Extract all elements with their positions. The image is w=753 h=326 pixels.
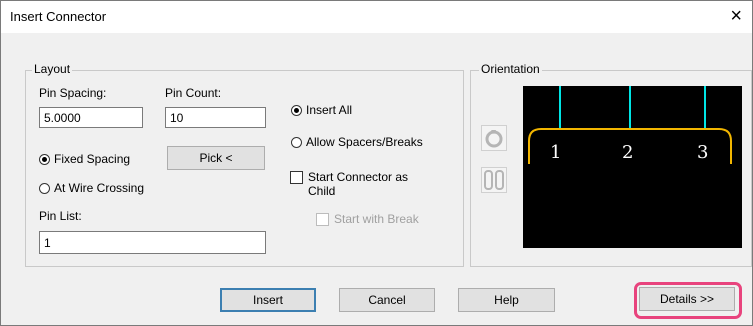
start-as-child-line2: Child: [308, 184, 336, 198]
rotate-icon: [485, 130, 503, 148]
fixed-spacing-label: Fixed Spacing: [54, 152, 131, 166]
flip-icon: [484, 170, 504, 190]
start-as-child-label: Start Connector as Child: [308, 170, 408, 198]
help-button[interactable]: Help: [458, 288, 555, 312]
fixed-spacing-radio[interactable]: Fixed Spacing: [39, 152, 130, 166]
close-icon[interactable]: ×: [730, 4, 742, 28]
start-with-break-checkbox[interactable]: Start with Break: [316, 212, 419, 226]
dialog-title: Insert Connector: [10, 9, 107, 24]
insert-connector-dialog: Insert Connector × Layout Pin Spacing: P…: [0, 0, 753, 326]
at-wire-crossing-label: At Wire Crossing: [54, 181, 145, 195]
cancel-button[interactable]: Cancel: [339, 288, 435, 312]
insert-all-radio[interactable]: Insert All: [291, 103, 352, 117]
radio-selected-icon: [39, 153, 50, 165]
insert-button[interactable]: Insert: [220, 288, 316, 312]
start-with-break-label: Start with Break: [334, 212, 419, 226]
pin-number-1: 1: [550, 142, 561, 163]
pin-count-input[interactable]: [165, 107, 266, 128]
pin-spacing-input[interactable]: [39, 107, 143, 128]
radio-unselected-icon: [39, 182, 50, 194]
allow-spacers-radio[interactable]: Allow Spacers/Breaks: [291, 135, 423, 149]
details-button[interactable]: Details >>: [639, 287, 735, 311]
layout-legend: Layout: [32, 62, 73, 76]
checkbox-icon: [290, 171, 303, 184]
checkbox-disabled-icon: [316, 213, 329, 226]
pin-list-label: Pin List:: [39, 209, 82, 223]
pin-number-3: 3: [697, 142, 708, 163]
insert-all-label: Insert All: [306, 103, 353, 117]
orientation-legend: Orientation: [479, 62, 542, 76]
at-wire-crossing-radio[interactable]: At Wire Crossing: [39, 181, 144, 195]
rotate-button[interactable]: [481, 125, 507, 151]
pin-count-label: Pin Count:: [165, 86, 222, 100]
pin-spacing-label: Pin Spacing:: [39, 86, 107, 100]
start-as-child-line1: Start Connector as: [308, 170, 409, 184]
connector-preview-graphic: 1 2 3: [528, 86, 732, 164]
radio-selected-icon: [291, 104, 302, 116]
flip-button[interactable]: [481, 167, 507, 193]
allow-spacers-label: Allow Spacers/Breaks: [306, 135, 423, 149]
start-as-child-checkbox[interactable]: Start Connector as Child: [290, 170, 408, 198]
title-bar: Insert Connector ×: [1, 1, 752, 33]
pin-list-input[interactable]: [39, 231, 266, 254]
pin-number-2: 2: [622, 142, 633, 163]
connector-preview: 1 2 3: [523, 86, 742, 248]
radio-unselected-icon: [291, 136, 302, 148]
pick-button[interactable]: Pick <: [167, 146, 265, 170]
